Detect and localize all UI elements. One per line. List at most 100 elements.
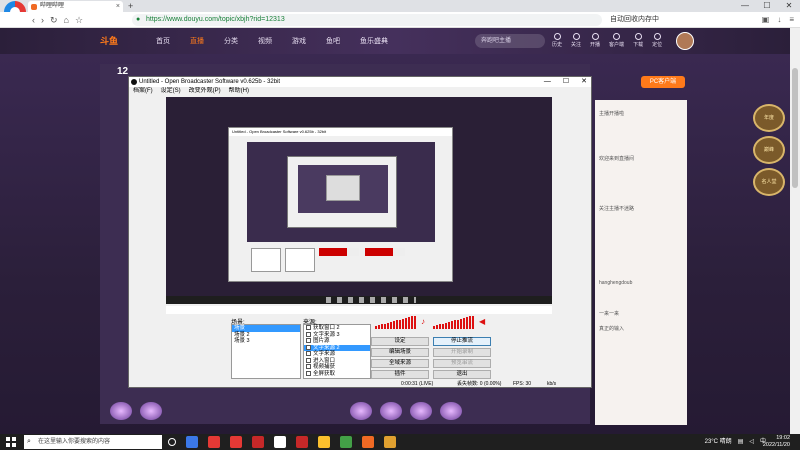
preview-stream-button[interactable]: 预览串流 bbox=[433, 359, 491, 368]
network-icon[interactable]: ▤ bbox=[738, 434, 744, 450]
nested-preview-2 bbox=[298, 165, 388, 213]
menu-appearance[interactable]: 改变外观(P) bbox=[189, 87, 221, 96]
gift-icon[interactable] bbox=[410, 402, 432, 420]
settings-button[interactable]: 设定 bbox=[371, 337, 429, 346]
menu-file[interactable]: 档案(F) bbox=[133, 87, 153, 96]
volume-icon[interactable]: ◁ bbox=[749, 434, 754, 450]
scenes-list[interactable]: 场景 场景 2 场景 3 bbox=[231, 324, 301, 379]
global-sources-button[interactable]: 全域来源 bbox=[371, 359, 429, 368]
sources-list[interactable]: 获取窗口 2 文字来源 3 图片源 文字来源 2 文字来源 进入窗口 视频捕获 … bbox=[303, 324, 371, 379]
start-recording-button[interactable]: 开始录制 bbox=[433, 348, 491, 357]
nav-yuba[interactable]: 鱼吧 bbox=[326, 36, 340, 46]
source-checkbox[interactable] bbox=[306, 325, 311, 331]
menu-settings[interactable]: 设定(S) bbox=[161, 87, 181, 96]
browser-tab[interactable]: 哔哩哔哩 × bbox=[28, 1, 123, 12]
new-tab-button[interactable]: + bbox=[128, 0, 133, 12]
gift-icon[interactable] bbox=[380, 402, 402, 420]
tab-close-icon[interactable]: × bbox=[116, 1, 120, 12]
obs-close-button[interactable]: ✕ bbox=[581, 77, 587, 87]
gift-icon[interactable] bbox=[110, 402, 132, 420]
taskbar-app-icon[interactable] bbox=[186, 436, 198, 448]
source-item[interactable]: 全屏获取 bbox=[304, 371, 370, 378]
history-button[interactable]: 历史 bbox=[552, 33, 562, 48]
gift-icon[interactable] bbox=[140, 402, 162, 420]
taskbar-app-icon[interactable] bbox=[208, 436, 220, 448]
rank-badge[interactable]: 巅峰 bbox=[753, 136, 785, 164]
forward-button[interactable]: › bbox=[41, 12, 44, 28]
nav-games[interactable]: 游戏 bbox=[292, 36, 306, 46]
nested-source-list bbox=[285, 248, 315, 272]
gift-icon[interactable] bbox=[440, 402, 462, 420]
gift-icon[interactable] bbox=[350, 402, 372, 420]
taskbar-clock[interactable]: 19:02 2022/11/20 bbox=[763, 435, 790, 449]
taskbar-app-icon[interactable] bbox=[296, 436, 308, 448]
pc-client-button[interactable]: PC客户端 bbox=[641, 76, 685, 88]
nested-obs-title: Untitled - Open Broadcaster Software v0.… bbox=[229, 128, 452, 136]
microphone-icon[interactable]: ♪ bbox=[421, 317, 425, 327]
download-icon[interactable]: ↓ bbox=[777, 12, 781, 28]
page-scrollbar[interactable] bbox=[790, 28, 800, 434]
nav-festival[interactable]: 鱼乐盛典 bbox=[360, 36, 388, 46]
source-checkbox[interactable] bbox=[306, 338, 311, 344]
taskbar-app-icon[interactable] bbox=[362, 436, 374, 448]
stop-stream-button[interactable]: 停止推流 bbox=[433, 337, 491, 346]
nav-live[interactable]: 直播 bbox=[190, 36, 204, 46]
rank-badge[interactable]: 名人堂 bbox=[753, 168, 785, 196]
source-checkbox[interactable] bbox=[306, 331, 311, 337]
site-search-input[interactable]: 奔跑吧主播 bbox=[475, 34, 545, 48]
taskbar-app-icon[interactable] bbox=[168, 438, 176, 446]
memory-status: 自动回收内存中 bbox=[610, 16, 659, 23]
source-checkbox[interactable] bbox=[306, 370, 311, 376]
speaker-icon[interactable]: ◀ bbox=[479, 317, 485, 327]
taskbar-app-icon[interactable] bbox=[230, 436, 242, 448]
obs-maximize-button[interactable]: ☐ bbox=[563, 77, 569, 87]
taskbar-app-icon[interactable] bbox=[384, 436, 396, 448]
edit-scene-button[interactable]: 编辑场景 bbox=[371, 348, 429, 357]
follow-button[interactable]: 关注 bbox=[571, 33, 581, 48]
location-button[interactable]: 定位 bbox=[652, 33, 662, 48]
source-checkbox[interactable] bbox=[306, 351, 311, 357]
extension-icon[interactable]: ▣ bbox=[762, 12, 770, 28]
windows-start-icon[interactable] bbox=[6, 437, 16, 447]
taskbar-search-input[interactable]: ⌕ 在这里输入你要搜索的内容 bbox=[24, 435, 162, 449]
rank-badge[interactable]: 年度 bbox=[753, 104, 785, 132]
refresh-button[interactable]: ↻ bbox=[50, 12, 58, 28]
taskbar-app-icon[interactable] bbox=[340, 436, 352, 448]
download-button[interactable]: 下载 bbox=[633, 33, 643, 48]
nav-category[interactable]: 分类 bbox=[224, 36, 238, 46]
site-logo[interactable]: 斗鱼 bbox=[100, 34, 118, 47]
menu-help[interactable]: 帮助(H) bbox=[229, 87, 249, 96]
desktop-volume-meter[interactable] bbox=[433, 315, 474, 329]
obs-preview[interactable]: Untitled - Open Broadcaster Software v0.… bbox=[166, 97, 552, 304]
meter-bar bbox=[402, 318, 404, 329]
stream-button[interactable]: 开播 bbox=[590, 33, 600, 48]
exit-button[interactable]: 退出 bbox=[433, 370, 491, 379]
user-avatar[interactable] bbox=[676, 32, 694, 50]
close-button[interactable]: ✕ bbox=[778, 0, 800, 12]
plugins-button[interactable]: 插件 bbox=[371, 370, 429, 379]
menu-icon[interactable]: ≡ bbox=[789, 12, 794, 28]
nav-home[interactable]: 首页 bbox=[156, 36, 170, 46]
source-checkbox[interactable] bbox=[306, 364, 311, 370]
taskbar-app-icon[interactable] bbox=[318, 436, 330, 448]
taskbar-app-icon[interactable] bbox=[252, 436, 264, 448]
obs-minimize-button[interactable]: — bbox=[544, 77, 551, 87]
source-checkbox[interactable] bbox=[306, 344, 311, 350]
nav-buttons: ‹ › ↻ ⌂ ☆ bbox=[32, 12, 83, 28]
scene-item[interactable]: 场景 3 bbox=[232, 338, 300, 345]
maximize-button[interactable]: ☐ bbox=[756, 0, 778, 12]
client-button[interactable]: 客户端 bbox=[609, 33, 624, 48]
meter-bar bbox=[469, 316, 471, 329]
nested-obs-window-2 bbox=[287, 156, 397, 228]
url-input[interactable]: ● https://www.douyu.com/topic/xbjh?rid=1… bbox=[132, 14, 602, 26]
windows-taskbar: ⌕ 在这里输入你要搜索的内容 23°C 晴朗 ▤ ◁ 中 19:02 2022/… bbox=[0, 434, 800, 450]
mic-volume-meter[interactable] bbox=[375, 315, 416, 329]
source-checkbox[interactable] bbox=[306, 357, 311, 363]
taskbar-app-icon[interactable] bbox=[274, 436, 286, 448]
home-button[interactable]: ⌂ bbox=[64, 12, 69, 28]
minimize-button[interactable]: — bbox=[734, 0, 756, 12]
bookmark-star-icon[interactable]: ☆ bbox=[75, 12, 83, 28]
weather-status[interactable]: 23°C 晴朗 bbox=[705, 434, 732, 450]
back-button[interactable]: ‹ bbox=[32, 12, 35, 28]
nav-video[interactable]: 视频 bbox=[258, 36, 272, 46]
